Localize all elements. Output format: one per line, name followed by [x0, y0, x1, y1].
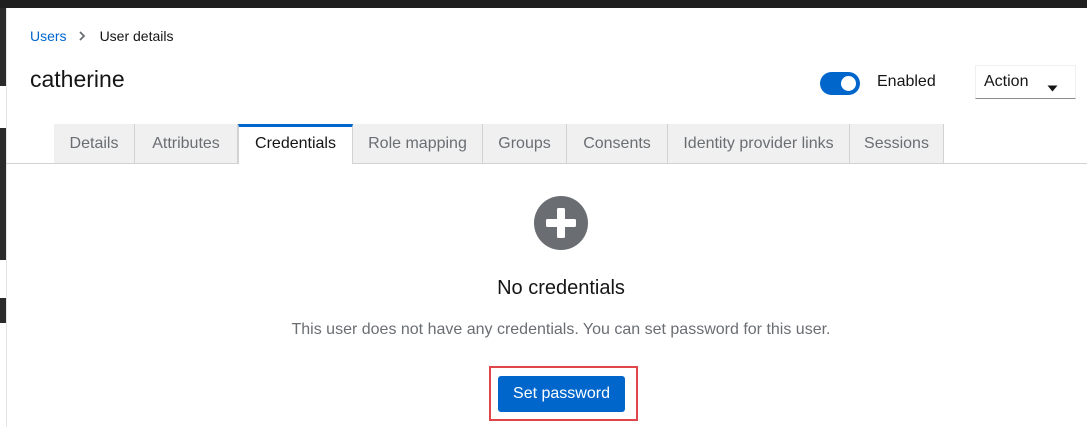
left-edge [0, 8, 7, 427]
tab-sessions[interactable]: Sessions [850, 124, 944, 163]
caret-down-icon [1047, 79, 1058, 97]
tab-label: Details [69, 134, 119, 152]
tab-label: Role mapping [368, 134, 467, 152]
tab-attributes[interactable]: Attributes [135, 124, 238, 163]
tab-bar: Details Attributes Credentials Role mapp… [54, 124, 944, 164]
toggle-knob [841, 76, 856, 91]
plus-circle-icon [534, 196, 588, 250]
tab-label: Sessions [864, 134, 929, 152]
app-frame: Users User details catherine Enabled Act… [0, 0, 1087, 427]
action-dropdown-label: Action [984, 73, 1029, 90]
empty-state-title: No credentials [497, 277, 625, 299]
tab-label: Identity provider links [683, 134, 834, 152]
tab-label: Groups [498, 134, 551, 152]
tab-identity-provider-links[interactable]: Identity provider links [668, 124, 850, 163]
empty-state-body: This user does not have any credentials.… [291, 321, 831, 338]
set-password-button[interactable]: Set password [498, 376, 625, 412]
breadcrumb-users-link[interactable]: Users [30, 28, 67, 44]
chevron-right-icon [78, 29, 88, 43]
tab-consents[interactable]: Consents [567, 124, 668, 163]
breadcrumb-current: User details [99, 28, 174, 44]
page-title: catherine [30, 66, 125, 92]
tab-credentials[interactable]: Credentials [238, 124, 353, 164]
tabs-divider [6, 163, 1087, 164]
enabled-toggle-label: Enabled [877, 73, 936, 90]
top-bar [0, 0, 1087, 8]
tab-details[interactable]: Details [54, 124, 135, 163]
tab-role-mapping[interactable]: Role mapping [353, 124, 483, 163]
enabled-toggle[interactable] [820, 72, 860, 95]
action-dropdown[interactable]: Action [975, 65, 1076, 99]
tab-label: Credentials [255, 135, 336, 152]
breadcrumb: Users User details [30, 28, 173, 44]
tab-groups[interactable]: Groups [483, 124, 567, 163]
tab-label: Attributes [152, 134, 220, 152]
tab-label: Consents [583, 134, 651, 152]
